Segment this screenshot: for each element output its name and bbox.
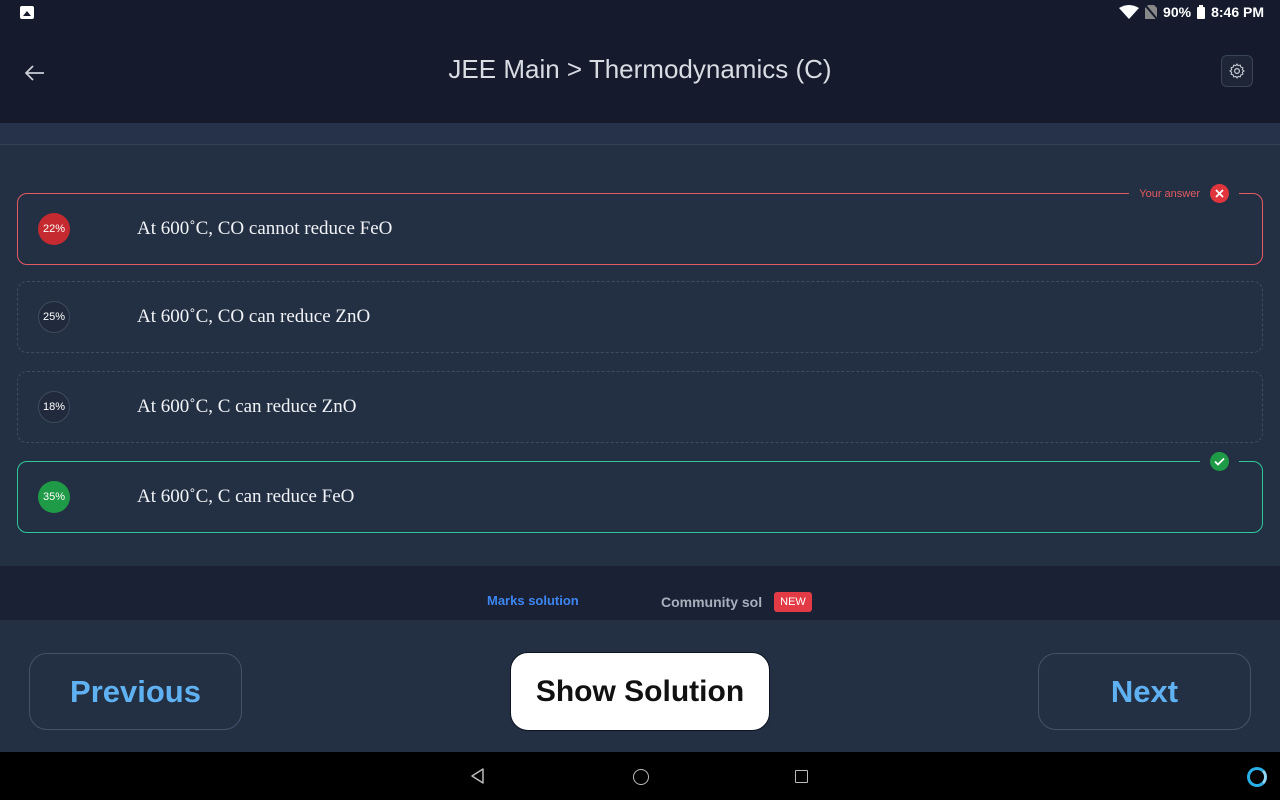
option-2[interactable]: 25% At 600˚C, CO can reduce ZnO bbox=[17, 281, 1263, 353]
tab-community-label: Community sol bbox=[661, 594, 763, 610]
tab-community-solution[interactable]: Community sol NEW bbox=[661, 592, 812, 612]
app-header: JEE Main > Thermodynamics (C) bbox=[0, 24, 1280, 123]
question-strip bbox=[0, 123, 1280, 145]
battery-percent: 90% bbox=[1163, 4, 1192, 20]
show-solution-button[interactable]: Show Solution bbox=[510, 652, 770, 731]
tab-marks-solution[interactable]: Marks solution bbox=[487, 593, 579, 608]
no-sim-icon bbox=[1145, 5, 1158, 19]
assistant-icon[interactable] bbox=[1247, 767, 1267, 787]
your-answer-label: Your answer bbox=[1139, 187, 1200, 200]
option-3[interactable]: 18% At 600˚C, C can reduce ZnO bbox=[17, 371, 1263, 443]
your-answer-tag: Your answer bbox=[1129, 184, 1239, 203]
check-icon bbox=[1210, 452, 1229, 471]
option-percent: 22% bbox=[38, 213, 70, 245]
nav-back-icon[interactable] bbox=[470, 768, 486, 784]
page-title: JEE Main > Thermodynamics (C) bbox=[448, 54, 832, 84]
wrong-x-icon bbox=[1210, 184, 1229, 203]
footer-controls: Previous Show Solution Next bbox=[0, 620, 1280, 752]
next-button[interactable]: Next bbox=[1038, 653, 1251, 730]
battery-icon bbox=[1197, 5, 1206, 19]
option-text: At 600˚C, CO cannot reduce FeO bbox=[137, 218, 393, 239]
solution-tabs: Marks solution Community sol NEW bbox=[0, 566, 1280, 620]
nav-home-icon[interactable] bbox=[633, 769, 649, 785]
gallery-notification-icon bbox=[20, 5, 34, 19]
status-bar: 90% 8:46 PM bbox=[0, 0, 1280, 24]
settings-button[interactable] bbox=[1221, 55, 1253, 87]
option-percent: 35% bbox=[38, 481, 70, 513]
option-1[interactable]: 22% At 600˚C, CO cannot reduce FeO Your … bbox=[17, 184, 1263, 265]
nav-recents-icon[interactable] bbox=[795, 770, 808, 783]
option-percent: 18% bbox=[38, 391, 70, 423]
correct-tag bbox=[1200, 452, 1239, 471]
clock: 8:46 PM bbox=[1211, 4, 1264, 20]
gear-icon bbox=[1229, 63, 1245, 79]
system-nav-bar bbox=[0, 752, 1280, 800]
previous-button[interactable]: Previous bbox=[29, 653, 242, 730]
option-text: At 600˚C, C can reduce ZnO bbox=[137, 396, 357, 417]
option-percent: 25% bbox=[38, 301, 70, 333]
wifi-icon bbox=[1119, 5, 1140, 19]
option-4[interactable]: 35% At 600˚C, C can reduce FeO bbox=[17, 452, 1263, 533]
option-text: At 600˚C, C can reduce FeO bbox=[137, 486, 355, 507]
new-badge: NEW bbox=[774, 592, 812, 612]
option-text: At 600˚C, CO can reduce ZnO bbox=[137, 306, 371, 327]
